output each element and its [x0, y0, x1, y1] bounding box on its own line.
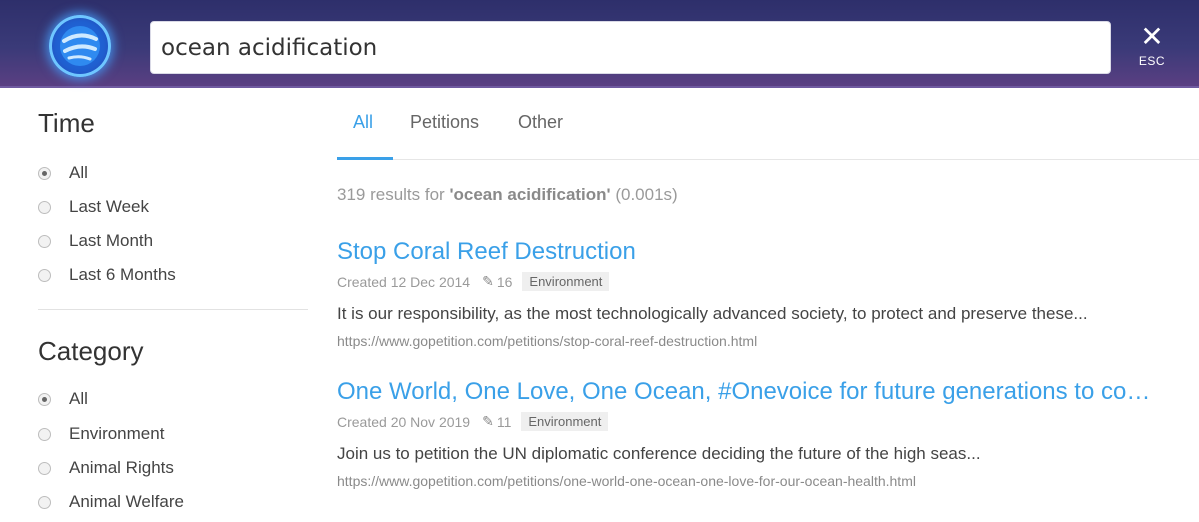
result-created: Created 12 Dec 2014: [337, 273, 471, 290]
result-url[interactable]: https://www.gopetition.com/petitions/one…: [337, 473, 1177, 489]
time-option-last-month[interactable]: Last Month: [38, 231, 153, 251]
option-label: Last Month: [69, 231, 154, 250]
result-title-link[interactable]: Stop Coral Reef Destruction: [337, 238, 1162, 266]
radio-button[interactable]: [38, 427, 51, 441]
radio-button[interactable]: [38, 200, 51, 214]
time-option-all[interactable]: All: [38, 163, 88, 183]
category-option-animal-rights[interactable]: Animal Rights: [38, 458, 174, 478]
search-input[interactable]: [161, 22, 1100, 73]
pencil-icon: ✎: [482, 413, 494, 429]
result-url[interactable]: https://www.gopetition.com/petitions/sto…: [337, 333, 1177, 349]
results-time: (0.001s): [615, 185, 678, 204]
search-field[interactable]: [150, 21, 1111, 74]
category-option-environment[interactable]: Environment: [38, 424, 164, 444]
result-meta: Created 20 Nov 2019 ✎ 11 Environment: [337, 412, 1177, 431]
radio-button[interactable]: [38, 495, 51, 509]
tab-all[interactable]: All: [353, 112, 373, 133]
search-header: ✕ ESC: [0, 0, 1199, 88]
result-edit-count: 11: [496, 413, 512, 430]
result-snippet: Join us to petition the UN diplomatic co…: [337, 444, 981, 463]
pencil-icon: ✎: [482, 273, 494, 289]
option-label: Last 6 Months: [69, 265, 176, 284]
option-label: Animal Welfare: [69, 492, 184, 511]
results-summary: 319 results for 'ocean acidification' (0…: [337, 185, 678, 205]
active-tab-indicator: [337, 157, 393, 160]
option-label: Environment: [69, 424, 165, 443]
result-category-tag[interactable]: Environment: [521, 412, 609, 431]
result-edit-count: 16: [496, 273, 513, 290]
option-label: All: [69, 389, 88, 408]
result-created: Created 20 Nov 2019: [337, 413, 471, 430]
globe-logo-icon[interactable]: [49, 15, 111, 77]
facet-divider: [38, 309, 308, 310]
close-label: ESC: [1138, 54, 1166, 68]
radio-button[interactable]: [38, 392, 51, 406]
option-label: All: [69, 163, 88, 182]
close-icon[interactable]: ✕: [1140, 23, 1163, 51]
result-category-tag[interactable]: Environment: [522, 272, 610, 291]
results-query: 'ocean acidification': [449, 185, 611, 204]
result-title-link[interactable]: One World, One Love, One Ocean, #Onevoic…: [337, 378, 1162, 406]
radio-button[interactable]: [38, 166, 51, 180]
category-facet-title: Category: [38, 336, 144, 366]
result-snippet: It is our responsibility, as the most te…: [337, 304, 1088, 323]
time-facet-title: Time: [38, 108, 95, 138]
results-count: 319 results for: [337, 185, 445, 204]
radio-button[interactable]: [38, 234, 51, 248]
option-label: Last Week: [69, 197, 150, 216]
tab-petitions[interactable]: Petitions: [410, 112, 479, 133]
category-option-all[interactable]: All: [38, 389, 88, 409]
close-button[interactable]: ✕ ESC: [1130, 23, 1174, 74]
search-result: Stop Coral Reef Destruction Created 12 D…: [337, 238, 1177, 349]
result-meta: Created 12 Dec 2014 ✎ 16 Environment: [337, 272, 1177, 291]
result-tabs: All Petitions Other: [337, 88, 1199, 160]
time-option-last-6-months[interactable]: Last 6 Months: [38, 265, 176, 285]
radio-button[interactable]: [38, 268, 51, 282]
option-label: Animal Rights: [69, 458, 174, 477]
filter-sidebar: Time All Last Week Last Month Last 6 Mon…: [38, 88, 308, 522]
search-result: One World, One Love, One Ocean, #Onevoic…: [337, 378, 1177, 489]
category-option-animal-welfare[interactable]: Animal Welfare: [38, 492, 184, 512]
radio-button[interactable]: [38, 461, 51, 475]
tab-other[interactable]: Other: [518, 112, 563, 133]
time-option-last-week[interactable]: Last Week: [38, 197, 149, 217]
